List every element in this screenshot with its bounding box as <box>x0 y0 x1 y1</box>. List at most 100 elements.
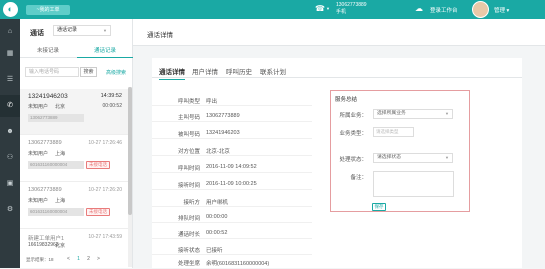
record-user: 未知用户 <box>28 151 49 157</box>
status-label: 处理状态： <box>339 157 367 163</box>
field-value: 2016-11-09 14:09:52 <box>206 164 257 170</box>
avatar[interactable] <box>472 1 489 18</box>
type-input[interactable]: 请选择类型 <box>373 127 414 137</box>
category-value: 选择所属业务 <box>377 111 406 116</box>
record-location: 北京 <box>55 243 66 249</box>
document-icon[interactable]: ▣ <box>0 173 20 195</box>
category-label: 所属业务： <box>339 113 367 119</box>
save-button[interactable]: 保存 <box>372 203 386 211</box>
field-value: 13241946203 <box>206 130 240 136</box>
list-item[interactable]: 13241946203 14:39:52 未知用户 北京 00:00:52 13… <box>20 89 128 135</box>
field-label: 被叫号码 <box>177 132 200 138</box>
prev-page-button[interactable]: < <box>64 255 73 264</box>
tab-call-history[interactable]: 呼叫历史 <box>226 66 252 76</box>
current-phone: 13062773889 手机 <box>336 2 367 16</box>
grid-icon[interactable]: ▦ <box>0 43 20 65</box>
status-badge: 未接电话 <box>86 208 110 216</box>
my-tickets-button[interactable]: ~我的工单 <box>26 5 70 15</box>
record-type-value: 通话记录 <box>57 27 78 33</box>
record-time: 10-27 17:26:46 <box>88 140 122 146</box>
status-badge: 未接电话 <box>86 161 110 169</box>
tab-contact-plan[interactable]: 联系计划 <box>260 66 286 76</box>
tab-missed[interactable]: 未接记录 <box>20 45 76 58</box>
record-type-select[interactable]: 通话记录 ▼ <box>53 25 111 36</box>
home-icon[interactable]: ⌂ <box>0 21 20 43</box>
divider <box>152 206 312 207</box>
divider <box>152 138 312 139</box>
record-number: 13241946203 <box>28 93 68 100</box>
divider <box>152 121 312 122</box>
field-label: 接听方 <box>183 200 200 206</box>
list-item[interactable]: 新建工单用户1 10-27 17:43:59 16619832963 北京 <box>20 230 128 252</box>
chevron-down-icon: ▼ <box>445 155 449 160</box>
field-label: 通话时长 <box>177 232 200 238</box>
scroll-thumb[interactable] <box>128 87 132 215</box>
settings-icon[interactable]: ⚙ <box>0 199 20 221</box>
divider <box>152 155 312 156</box>
record-location: 上海 <box>55 151 66 157</box>
chevron-down-icon[interactable]: ▼ <box>326 6 330 11</box>
field-value: 已接听 <box>206 248 223 254</box>
tab-user-detail[interactable]: 用户详情 <box>192 66 218 76</box>
list-icon[interactable]: ☰ <box>0 69 20 91</box>
panel-title: 通话 <box>30 30 44 37</box>
field-label: 主叫号码 <box>177 115 200 121</box>
top-bar: ◐ ~我的工单 ☎ ▼ 13062773889 手机 ☁ 登录工作台 管理 ▾ <box>0 0 545 19</box>
record-ticket: 601631160000004 <box>28 161 84 169</box>
group-icon[interactable]: ⚇ <box>0 147 20 169</box>
chevron-down-icon: ▼ <box>103 28 107 33</box>
field-label: 处理坐席 <box>177 261 200 267</box>
page-2-button[interactable]: 2 <box>84 255 93 264</box>
record-user: 16619832963 <box>28 242 59 248</box>
search-input[interactable]: 输入电话号码 <box>25 67 79 77</box>
page-1-button[interactable]: 1 <box>74 255 83 264</box>
record-number: 新建工单用户1 <box>28 236 65 242</box>
list-item[interactable]: 13062773889 10-27 17:26:20 未知用户 上海 60163… <box>20 183 128 229</box>
phone-number: 13062773889 <box>336 2 367 8</box>
cloud-icon[interactable]: ☁ <box>415 4 423 13</box>
list-scrollbar[interactable] <box>128 87 132 267</box>
tab-call-records[interactable]: 通话记录 <box>77 45 133 58</box>
field-label: 接听状态 <box>177 248 200 254</box>
field-value: 00:00:00 <box>206 214 228 220</box>
call-detail-panel: 通话详情 用户详情 呼叫历史 联系计划 呼叫类型 呼出 主叫号码 1306277… <box>152 58 522 268</box>
record-number: 13062773889 <box>28 140 62 146</box>
record-ticket: 13062773889 <box>28 114 84 122</box>
divider <box>152 254 312 255</box>
tab-call-detail[interactable]: 通话详情 <box>159 66 185 80</box>
field-value: 用户绑机 <box>206 200 229 206</box>
record-time: 10-27 17:26:20 <box>88 187 122 193</box>
phone-nav-icon[interactable]: ✆ <box>0 95 20 117</box>
field-label: 呼叫时间 <box>177 166 200 172</box>
list-item[interactable]: 13062773889 10-27 17:26:46 未知用户 上海 60163… <box>20 136 128 182</box>
phone-type: 手机 <box>336 9 347 15</box>
page-title: 通话详情 <box>147 32 173 39</box>
next-page-button[interactable]: > <box>94 255 103 264</box>
chevron-down-icon: ▼ <box>445 111 449 116</box>
field-value: 13062773889 <box>206 113 240 119</box>
field-value: 北京-北京 <box>206 149 230 155</box>
category-select[interactable]: 选择所属业务 ▼ <box>373 109 453 119</box>
search-button[interactable]: 搜索 <box>80 67 97 77</box>
divider <box>152 222 312 223</box>
field-value: 2016-11-09 10:00:25 <box>206 181 257 187</box>
divider <box>152 172 312 173</box>
app-logo[interactable]: ◐ <box>3 2 18 17</box>
result-count: 显示结果：18 <box>26 257 54 262</box>
left-nav: ⌂ ▦ ☰ ✆ ☻ ⚇ ▣ ⚙ <box>0 19 20 268</box>
user-menu[interactable]: 管理 ▾ <box>494 6 509 14</box>
workbench-login-link[interactable]: 登录工作台 <box>430 6 458 14</box>
field-label: 接听时间 <box>177 183 200 189</box>
note-textarea[interactable] <box>373 171 454 197</box>
phone-icon[interactable]: ☎ <box>315 4 325 13</box>
content-header: 通话详情 <box>133 19 545 46</box>
record-number: 13062773889 <box>28 187 62 193</box>
status-select[interactable]: 请选择状态 ▼ <box>373 153 453 163</box>
record-user: 未知用户 <box>28 104 49 110</box>
type-label: 业务类型： <box>339 131 367 137</box>
record-ticket: 601631160000004 <box>28 208 84 216</box>
user-icon[interactable]: ☻ <box>0 121 20 143</box>
record-location: 上海 <box>55 198 66 204</box>
advanced-search-link[interactable]: 高级搜索 <box>106 69 126 76</box>
record-location: 北京 <box>55 104 66 110</box>
